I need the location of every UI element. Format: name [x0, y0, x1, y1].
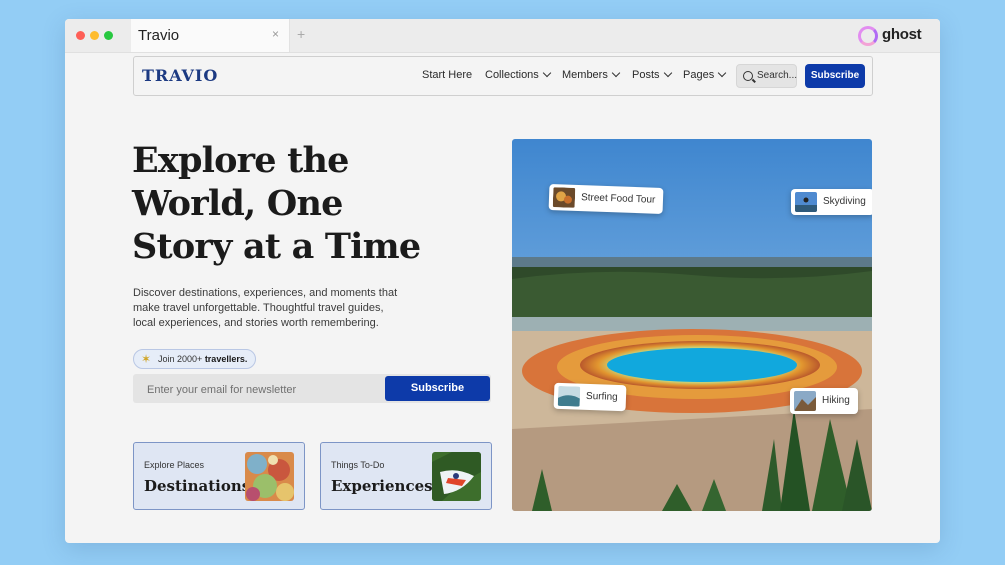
nav-item-pages[interactable]: Pages — [683, 68, 727, 81]
chevron-down-icon — [611, 68, 621, 78]
minimize-window-button[interactable] — [90, 31, 99, 40]
surfing-thumbnail — [557, 385, 581, 407]
newsletter-form: Subscribe — [133, 374, 491, 405]
close-window-button[interactable] — [76, 31, 85, 40]
star-icon: ✶ — [141, 352, 152, 366]
join-prefix: Join 2000+ — [158, 354, 203, 364]
chevron-down-icon — [663, 68, 672, 78]
nav-item-start-here[interactable]: Start Here — [422, 69, 472, 81]
chip-label: Street Food Tour — [580, 192, 656, 206]
ghost-ring-icon — [858, 26, 878, 46]
chip-hiking[interactable]: Hiking — [790, 388, 858, 414]
browser-tab[interactable]: Travio × — [131, 19, 290, 52]
join-badge: ✶ Join 2000+ travellers. — [133, 349, 257, 369]
maximize-window-button[interactable] — [104, 31, 113, 40]
chip-label: Hiking — [822, 395, 850, 406]
tab-title: Travio — [138, 27, 180, 44]
card-kicker: Explore Places — [144, 460, 205, 470]
chip-surfing[interactable]: Surfing — [553, 382, 627, 412]
chevron-down-icon — [717, 68, 727, 78]
street-food-thumbnail — [552, 187, 576, 208]
skydiving-thumbnail — [795, 192, 817, 212]
card-destinations[interactable]: Explore Places Destinations — [133, 442, 305, 510]
search-label: Search... — [757, 70, 798, 81]
new-tab-button[interactable]: + — [297, 26, 305, 42]
search-icon — [743, 71, 753, 81]
nav-item-collections[interactable]: Collections — [485, 68, 552, 81]
browser-chrome: Travio × + ghost — [65, 19, 940, 53]
chip-label: Surfing — [585, 390, 618, 403]
experiences-thumbnail — [432, 452, 481, 501]
search-button[interactable]: Search... — [736, 64, 797, 88]
card-experiences[interactable]: Things To-Do Experiences — [320, 442, 492, 510]
header-subscribe-button[interactable]: Subscribe — [805, 64, 865, 88]
close-tab-icon[interactable]: × — [272, 27, 279, 41]
card-title: Destinations — [144, 477, 251, 495]
chip-skydiving[interactable]: Skydiving — [791, 189, 872, 215]
join-bold: travellers. — [204, 354, 248, 364]
chip-label: Skydiving — [823, 196, 866, 207]
chip-street-food-tour[interactable]: Street Food Tour — [548, 184, 664, 214]
browser-window: Travio × + ghost TRAVIO Start Here Colle… — [65, 19, 940, 543]
chevron-down-icon — [542, 68, 552, 78]
card-kicker: Things To-Do — [331, 460, 385, 470]
nav-item-posts[interactable]: Posts — [632, 68, 672, 81]
site-logo[interactable]: TRAVIO — [142, 66, 218, 85]
newsletter-subscribe-button[interactable]: Subscribe — [385, 376, 490, 401]
nav-item-members[interactable]: Members — [562, 68, 621, 81]
hero-title: Explore the World, One Story at a Time — [132, 140, 421, 267]
site-navbar: TRAVIO Start Here Collections Members Po… — [133, 56, 873, 96]
newsletter-email-input[interactable] — [133, 374, 399, 405]
hero-description: Discover destinations, experiences, and … — [133, 287, 398, 329]
destinations-thumbnail — [245, 452, 294, 501]
hiking-thumbnail — [794, 391, 816, 411]
ghost-logo-text: ghost — [882, 26, 922, 43]
card-title: Experiences — [331, 477, 433, 495]
hero-image: Street Food Tour Skydiving Surfing Hikin… — [512, 139, 872, 511]
ghost-logo: ghost — [858, 25, 938, 47]
